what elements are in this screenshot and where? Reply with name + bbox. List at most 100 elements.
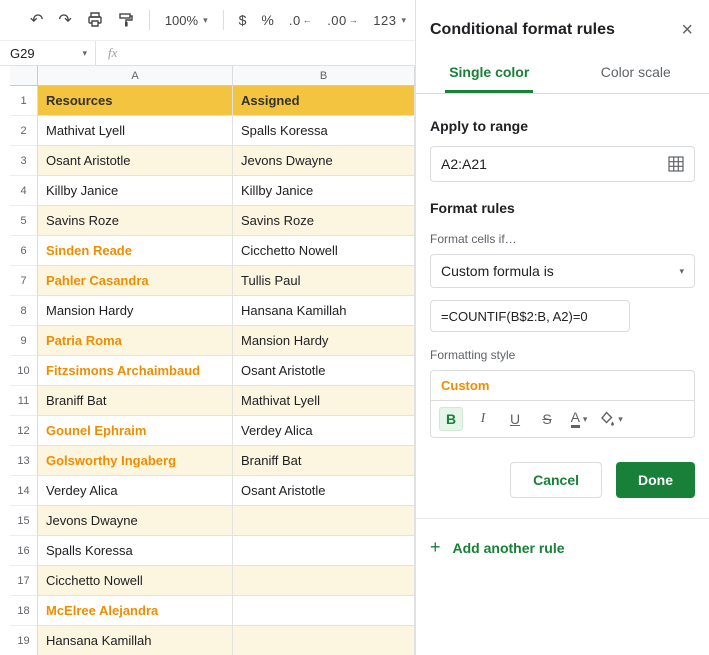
cell-B19[interactable]	[233, 626, 415, 655]
sheet-row: 14 Verdey Alica Osant Aristotle	[10, 476, 415, 506]
row-header-11[interactable]: 11	[10, 386, 38, 416]
fx-icon[interactable]: fx	[108, 45, 117, 61]
row-header-9[interactable]: 9	[10, 326, 38, 356]
done-button[interactable]: Done	[616, 462, 695, 498]
cell-A12[interactable]: Gounel Ephraim	[38, 416, 233, 446]
cell-A19[interactable]: Hansana Kamillah	[38, 626, 233, 655]
text-color-button[interactable]: A ▾	[567, 407, 591, 431]
cell-A11[interactable]: Braniff Bat	[38, 386, 233, 416]
percent-format-button[interactable]: %	[261, 12, 273, 28]
cell-B12[interactable]: Verdey Alica	[233, 416, 415, 446]
row-header-14[interactable]: 14	[10, 476, 38, 506]
cell-A14[interactable]: Verdey Alica	[38, 476, 233, 506]
cell-B5[interactable]: Savins Roze	[233, 206, 415, 236]
cell-B9[interactable]: Mansion Hardy	[233, 326, 415, 356]
cell-B14[interactable]: Osant Aristotle	[233, 476, 415, 506]
cell-A13[interactable]: Golsworthy Ingaberg	[38, 446, 233, 476]
sheet-row: 3 Osant Aristotle Jevons Dwayne	[10, 146, 415, 176]
range-input[interactable]: A2:A21	[430, 146, 695, 182]
cell-A4[interactable]: Killby Janice	[38, 176, 233, 206]
zoom-select[interactable]: 100% ▾	[165, 13, 208, 28]
cell-B6[interactable]: Cicchetto Nowell	[233, 236, 415, 266]
cell-A7[interactable]: Pahler Casandra	[38, 266, 233, 296]
active-cell-reference: G29	[10, 45, 35, 61]
cell-B11[interactable]: Mathivat Lyell	[233, 386, 415, 416]
row-header-1[interactable]: 1	[10, 86, 38, 116]
row-header-4[interactable]: 4	[10, 176, 38, 206]
row-header-6[interactable]: 6	[10, 236, 38, 266]
row-header-12[interactable]: 12	[10, 416, 38, 446]
decrease-decimal-button[interactable]: .0 ←	[289, 13, 312, 28]
name-box[interactable]: G29 ▾	[0, 41, 96, 65]
cell-B18[interactable]	[233, 596, 415, 626]
cell-B1[interactable]: Assigned	[233, 86, 415, 116]
row-header-18[interactable]: 18	[10, 596, 38, 626]
sheet-row: 4 Killby Janice Killby Janice	[10, 176, 415, 206]
print-icon[interactable]	[87, 12, 103, 28]
increase-decimal-button[interactable]: .00 →	[327, 13, 358, 28]
tab-color-scale[interactable]: Color scale	[563, 56, 709, 93]
row-header-3[interactable]: 3	[10, 146, 38, 176]
redo-icon[interactable]: ↷	[58, 10, 71, 30]
currency-format-button[interactable]: $	[239, 12, 247, 28]
cell-A10[interactable]: Fitzsimons Archaimbaud	[38, 356, 233, 386]
chevron-down-icon: ▾	[401, 14, 407, 25]
formula-input[interactable]: =COUNTIF(B$2:B, A2)=0	[430, 300, 630, 332]
cell-A17[interactable]: Cicchetto Nowell	[38, 566, 233, 596]
cell-A18[interactable]: McElree Alejandra	[38, 596, 233, 626]
row-header-16[interactable]: 16	[10, 536, 38, 566]
cell-A8[interactable]: Mansion Hardy	[38, 296, 233, 326]
format-cells-if-label: Format cells if…	[430, 232, 517, 246]
cancel-button[interactable]: Cancel	[510, 462, 602, 498]
tab-single-color[interactable]: Single color	[416, 56, 563, 93]
select-all-corner[interactable]	[10, 66, 38, 86]
formatting-style-box: Custom B I U S A ▾ ▾	[430, 370, 695, 438]
cell-B15[interactable]	[233, 506, 415, 536]
cell-B2[interactable]: Spalls Koressa	[233, 116, 415, 146]
cell-A1[interactable]: Resources	[38, 86, 233, 116]
cell-B7[interactable]: Tullis Paul	[233, 266, 415, 296]
fill-color-button[interactable]: ▾	[599, 407, 623, 431]
row-header-7[interactable]: 7	[10, 266, 38, 296]
cell-A3[interactable]: Osant Aristotle	[38, 146, 233, 176]
italic-button[interactable]: I	[471, 407, 495, 431]
paint-format-icon[interactable]	[118, 12, 134, 28]
row-header-17[interactable]: 17	[10, 566, 38, 596]
row-header-13[interactable]: 13	[10, 446, 38, 476]
range-value: A2:A21	[441, 156, 487, 172]
number-format-menu[interactable]: 123 ▾	[373, 13, 406, 28]
cell-A15[interactable]: Jevons Dwayne	[38, 506, 233, 536]
row-header-2[interactable]: 2	[10, 116, 38, 146]
close-icon[interactable]: ×	[681, 20, 693, 40]
column-header-A[interactable]: A	[38, 66, 233, 86]
cell-B3[interactable]: Jevons Dwayne	[233, 146, 415, 176]
underline-button[interactable]: U	[503, 407, 527, 431]
row-header-8[interactable]: 8	[10, 296, 38, 326]
select-range-icon[interactable]	[668, 156, 684, 172]
cell-B10[interactable]: Osant Aristotle	[233, 356, 415, 386]
cell-A2[interactable]: Mathivat Lyell	[38, 116, 233, 146]
cell-B13[interactable]: Braniff Bat	[233, 446, 415, 476]
row-header-19[interactable]: 19	[10, 626, 38, 655]
row-header-10[interactable]: 10	[10, 356, 38, 386]
cell-A6[interactable]: Sinden Reade	[38, 236, 233, 266]
sheet-row: 6 Sinden Reade Cicchetto Nowell	[10, 236, 415, 266]
add-another-rule-button[interactable]: + Add another rule	[416, 519, 709, 576]
undo-icon[interactable]: ↶	[30, 10, 43, 30]
cell-B8[interactable]: Hansana Kamillah	[233, 296, 415, 326]
cell-A5[interactable]: Savins Roze	[38, 206, 233, 236]
cell-A16[interactable]: Spalls Koressa	[38, 536, 233, 566]
row-header-15[interactable]: 15	[10, 506, 38, 536]
formula-value: =COUNTIF(B$2:B, A2)=0	[441, 308, 588, 324]
toolbar-separator	[222, 10, 224, 30]
column-header-B[interactable]: B	[233, 66, 415, 86]
cell-B4[interactable]: Killby Janice	[233, 176, 415, 206]
bold-button[interactable]: B	[439, 407, 463, 431]
condition-select[interactable]: Custom formula is ▾	[430, 254, 695, 288]
cell-B17[interactable]	[233, 566, 415, 596]
strikethrough-button[interactable]: S	[535, 407, 559, 431]
row-header-5[interactable]: 5	[10, 206, 38, 236]
cell-A9[interactable]: Patria Roma	[38, 326, 233, 356]
cell-B16[interactable]	[233, 536, 415, 566]
sheet-row: 19 Hansana Kamillah	[10, 626, 415, 655]
